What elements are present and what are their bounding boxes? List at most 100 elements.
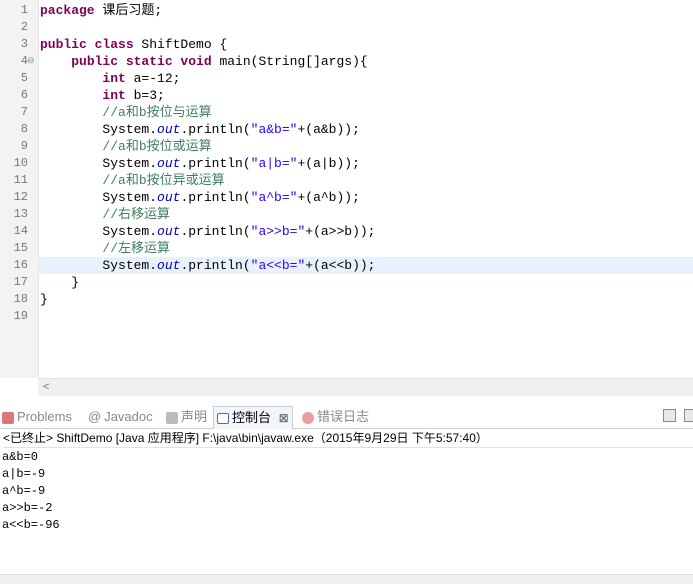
- view-menu-icon[interactable]: [663, 409, 676, 422]
- code-text[interactable]: //右移运算: [40, 206, 170, 223]
- line-number: 8: [20, 122, 28, 136]
- code-token: package: [40, 3, 95, 18]
- scroll-left-icon[interactable]: <: [43, 381, 49, 393]
- code-line[interactable]: 16 System.out.println("a<<b="+(a<<b));: [0, 257, 693, 274]
- code-token: System.: [40, 258, 158, 273]
- code-token: +(a>>b));: [305, 224, 376, 239]
- line-number: 15: [13, 241, 28, 255]
- tab-declaration[interactable]: 声明: [166, 408, 207, 426]
- code-line[interactable]: 8 System.out.println("a&b="+(a&b));: [0, 121, 693, 138]
- tab-error-log[interactable]: 错误日志: [302, 408, 369, 426]
- line-number: 10: [13, 156, 28, 170]
- code-line[interactable]: 7 //a和b按位与运算: [0, 104, 693, 121]
- tab-problems[interactable]: Problems: [2, 408, 72, 426]
- code-token: "a&b=": [250, 122, 298, 137]
- code-line[interactable]: 15 //左移运算: [0, 240, 693, 257]
- line-number: 12: [13, 190, 28, 204]
- code-text[interactable]: public static void main(String[]args){: [40, 53, 368, 70]
- tab-console[interactable]: 控制台 ⊠: [213, 406, 293, 429]
- code-token: System.: [40, 156, 158, 171]
- code-token: main(String[]args){: [211, 54, 368, 69]
- code-text[interactable]: System.out.println("a>>b="+(a>>b));: [40, 223, 375, 240]
- code-line[interactable]: 14 System.out.println("a>>b="+(a>>b));: [0, 223, 693, 240]
- line-number: 16: [13, 258, 28, 272]
- code-line[interactable]: 9 //a和b按位或运算: [0, 138, 693, 155]
- console-line: a<<b=-96: [2, 518, 60, 532]
- code-text[interactable]: System.out.println("a<<b="+(a<<b));: [40, 257, 375, 274]
- code-token: .println(: [180, 224, 251, 239]
- code-text[interactable]: //a和b按位或运算: [40, 138, 212, 155]
- code-text[interactable]: }: [40, 274, 79, 291]
- line-number: 7: [20, 105, 28, 119]
- code-token: 课后习题;: [94, 3, 163, 18]
- code-token: //a和b按位与运算: [40, 105, 212, 120]
- code-token: "a^b=": [250, 190, 298, 205]
- line-number: 4: [20, 54, 28, 68]
- code-token: .println(: [180, 258, 251, 273]
- tab-console-label: 控制台: [232, 410, 272, 425]
- code-line[interactable]: 2: [0, 19, 693, 36]
- code-token: out: [157, 122, 181, 137]
- line-number: 1: [20, 3, 28, 17]
- tab-javadoc[interactable]: @ Javadoc: [88, 408, 153, 426]
- console-line: a|b=-9: [2, 467, 46, 481]
- code-token: }: [40, 275, 80, 290]
- code-token: .println(: [180, 156, 251, 171]
- code-text[interactable]: //a和b按位与运算: [40, 104, 212, 121]
- code-text[interactable]: //左移运算: [40, 240, 170, 257]
- code-line[interactable]: 3 public class ShiftDemo {: [0, 36, 693, 53]
- tab-javadoc-label: Javadoc: [104, 409, 153, 424]
- horizontal-scrollbar[interactable]: <: [38, 378, 693, 397]
- line-number: 11: [13, 173, 28, 187]
- console-status: <已终止> ShiftDemo [Java 应用程序] F:\java\bin\…: [3, 429, 693, 448]
- console-output[interactable]: a&b=0 a|b=-9 a^b=-9 a>>b=-2 a<<b=-96: [0, 449, 693, 574]
- code-text[interactable]: System.out.println("a&b="+(a&b));: [40, 121, 359, 138]
- line-number: 14: [13, 224, 28, 238]
- code-text[interactable]: public class ShiftDemo {: [40, 36, 227, 53]
- code-line[interactable]: 12 System.out.println("a^b="+(a^b));: [0, 189, 693, 206]
- code-line[interactable]: 5 int a=-12;: [0, 70, 693, 87]
- code-text[interactable]: System.out.println("a^b="+(a^b));: [40, 189, 359, 206]
- code-line[interactable]: 11 //a和b按位异或运算: [0, 172, 693, 189]
- fold-collapse-icon[interactable]: ⊖: [27, 53, 37, 70]
- close-icon[interactable]: ⊠: [279, 411, 289, 425]
- code-line[interactable]: 13 //右移运算: [0, 206, 693, 223]
- code-line[interactable]: 6 int b=3;: [0, 87, 693, 104]
- code-token: int: [102, 88, 126, 103]
- code-line[interactable]: 1 package 课后习题;: [0, 2, 693, 19]
- line-number: 18: [13, 292, 28, 306]
- code-line[interactable]: 19: [0, 308, 693, 325]
- code-line[interactable]: 10 System.out.println("a|b="+(a|b));: [0, 155, 693, 172]
- console-line: a&b=0: [2, 450, 39, 464]
- code-token: //a和b按位或运算: [40, 139, 212, 154]
- code-token: int: [102, 71, 126, 86]
- line-number: 6: [20, 88, 28, 102]
- problems-icon: [2, 411, 14, 424]
- code-text[interactable]: System.out.println("a|b="+(a|b));: [40, 155, 359, 172]
- code-editor[interactable]: 1 package 课后习题; 2 3 public class ShiftDemo {…: [0, 0, 693, 378]
- code-token: "a>>b=": [250, 224, 306, 239]
- view-toolbar-icon[interactable]: [684, 409, 693, 422]
- code-token: a=-12;: [125, 71, 181, 86]
- bottom-view-tabs: Problems @ Javadoc 声明 控制台 ⊠ 错误日志: [0, 404, 693, 429]
- code-text[interactable]: int a=-12;: [40, 70, 180, 87]
- line-number: 17: [13, 275, 28, 289]
- code-text[interactable]: int b=3;: [40, 87, 164, 104]
- code-text[interactable]: //a和b按位异或运算: [40, 172, 224, 189]
- code-token: ShiftDemo {: [133, 37, 228, 52]
- tab-problems-label: Problems: [17, 409, 72, 424]
- code-token: +(a<<b));: [305, 258, 376, 273]
- code-token: "a|b=": [250, 156, 298, 171]
- code-token: //左移运算: [40, 241, 171, 256]
- console-line: a^b=-9: [2, 484, 46, 498]
- code-text[interactable]: package 课后习题;: [40, 2, 162, 19]
- code-line[interactable]: 18}: [0, 291, 693, 308]
- code-line[interactable]: 4 ⊖ public static void main(String[]args)…: [0, 53, 693, 70]
- code-token: out: [157, 190, 181, 205]
- code-text[interactable]: }: [40, 291, 48, 308]
- code-line[interactable]: 17 }: [0, 274, 693, 291]
- console-icon: [217, 413, 229, 425]
